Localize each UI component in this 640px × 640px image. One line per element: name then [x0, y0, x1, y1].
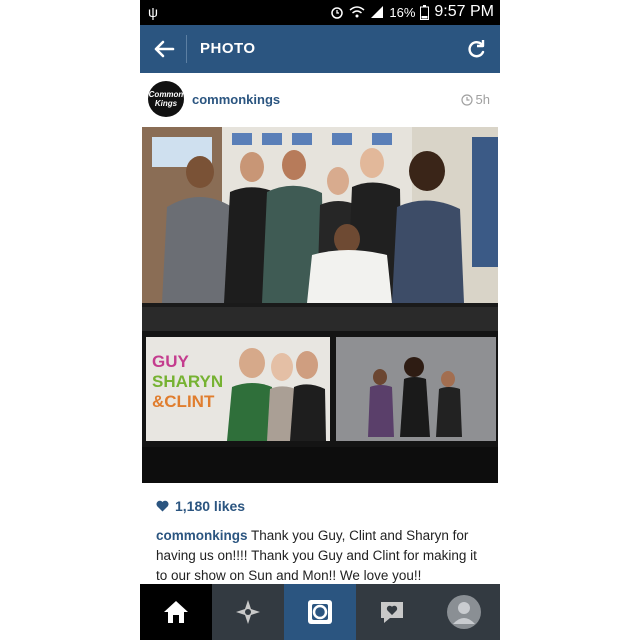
- status-bar: ψ 16% 9:57 PM: [140, 0, 500, 25]
- nav-home[interactable]: [140, 584, 212, 640]
- nav-camera[interactable]: [284, 584, 356, 640]
- refresh-icon[interactable]: [464, 37, 488, 61]
- caption-username[interactable]: commonkings: [156, 528, 248, 543]
- bottom-nav: [140, 584, 500, 640]
- page-title: PHOTO: [200, 40, 256, 57]
- svg-text:&CLINT: &CLINT: [152, 392, 215, 411]
- likes-count[interactable]: 1,180 likes: [156, 498, 245, 514]
- battery-percent: 16%: [389, 4, 416, 20]
- post-username[interactable]: commonkings: [192, 92, 280, 107]
- nav-activity[interactable]: [356, 584, 428, 640]
- avatar-logo-text: Common Kings: [148, 90, 184, 108]
- profile-icon: [447, 595, 481, 629]
- explore-icon: [236, 600, 260, 624]
- clock-icon: [460, 93, 473, 106]
- post-caption: commonkings Thank you Guy, Clint and Sha…: [156, 526, 486, 586]
- photo-group-shot: [142, 127, 498, 303]
- clock: 9:57 PM: [434, 3, 494, 20]
- wifi-icon: [349, 6, 365, 18]
- alarm-icon: [331, 7, 344, 19]
- post-time: 5h: [460, 92, 490, 107]
- status-right: 16% 9:57 PM: [330, 3, 494, 21]
- back-arrow-icon[interactable]: [152, 37, 176, 61]
- app-bar: PHOTO: [140, 25, 500, 73]
- home-icon: [164, 601, 188, 623]
- nav-explore[interactable]: [212, 584, 284, 640]
- battery-icon: [420, 4, 430, 20]
- camera-icon: [308, 600, 332, 624]
- avatar[interactable]: Common Kings: [148, 81, 184, 117]
- app-bar-divider: [186, 35, 187, 63]
- svg-text:GUY: GUY: [152, 352, 190, 371]
- likes-label: 1,180 likes: [175, 498, 246, 514]
- nav-profile[interactable]: [428, 584, 500, 640]
- post-header: Common Kings commonkings 5h: [140, 73, 500, 125]
- photo-tv-screen: GUY SHARYN &CLINT: [142, 307, 498, 483]
- usb-icon: ψ: [148, 4, 158, 20]
- signal-icon: [371, 6, 384, 18]
- activity-icon: [381, 602, 403, 623]
- instagram-app: ψ 16% 9:57 PM PHOTO Common Kings commonk…: [140, 0, 500, 640]
- heart-icon: [156, 500, 169, 512]
- post-photo[interactable]: GUY SHARYN &CLINT: [142, 127, 498, 483]
- time-ago: 5h: [475, 92, 490, 107]
- svg-text:SHARYN: SHARYN: [152, 372, 223, 391]
